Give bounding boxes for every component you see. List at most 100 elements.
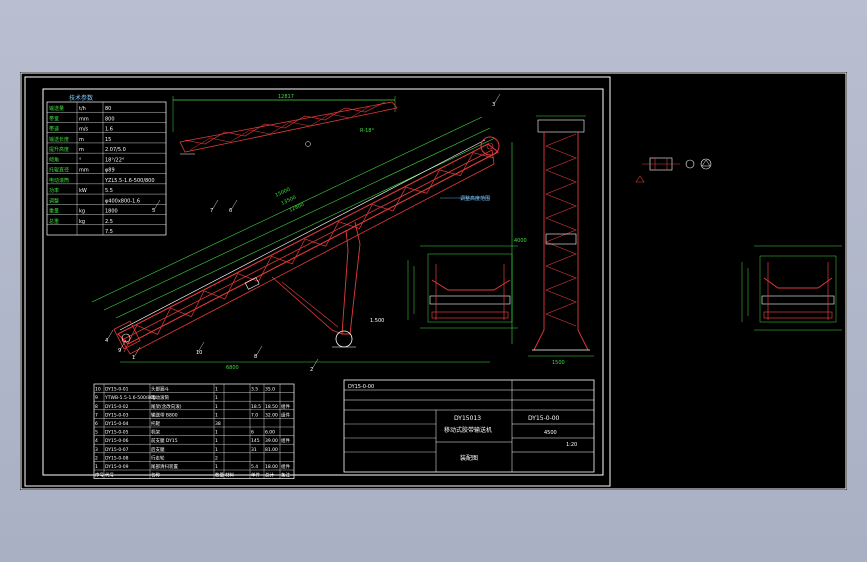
bom-cell: 1 bbox=[95, 464, 98, 470]
bom-cell: 组件 bbox=[281, 403, 290, 410]
bom-cell: 总计 bbox=[265, 472, 274, 479]
part-balloon: 9 bbox=[118, 348, 121, 354]
bom-cell: 组件 bbox=[281, 411, 290, 418]
param-cell: 托辊直径 bbox=[49, 167, 69, 174]
bom-cell: 数量 bbox=[215, 472, 224, 479]
title-assembly: 装配图 bbox=[460, 454, 478, 462]
bom-cell: 7.0 bbox=[251, 412, 258, 418]
param-cell: mm bbox=[79, 116, 89, 122]
dim-top-text: 12817 bbox=[278, 94, 294, 100]
dim-height-text: 4000 bbox=[514, 238, 527, 244]
bom-cell: 6 bbox=[95, 421, 98, 427]
bom-cell: 行走轮 bbox=[151, 454, 165, 461]
bom-table: 10 DY15-0-01 头部漏斗 1 3.5 35.0 9 YTWB-5.5-1.6-500… bbox=[93, 383, 295, 479]
bom-cell: YTWB-5.5-1.6-500/800 bbox=[104, 395, 156, 401]
param-cell: 1.6 bbox=[105, 127, 113, 133]
bom-cell: 机架 bbox=[151, 429, 160, 436]
param-cell: 带宽 bbox=[49, 115, 59, 122]
title-scale: 1:20 bbox=[566, 442, 577, 448]
bom-cell: 组件 bbox=[281, 463, 290, 470]
bom-cell: 8 bbox=[95, 404, 98, 410]
bom-cell: 1 bbox=[215, 430, 218, 436]
title-drawing-no: DY15-0-00 bbox=[348, 384, 374, 390]
end-view-tower: 1500 bbox=[528, 115, 594, 366]
dim-base-text: 6800 bbox=[226, 365, 239, 371]
bom-cell: 6.00 bbox=[265, 430, 275, 436]
bom-cell: 材料 bbox=[225, 472, 234, 479]
support-strut bbox=[271, 276, 343, 335]
param-cell: 2.5 bbox=[105, 219, 113, 225]
bom-cell: 代号 bbox=[105, 472, 114, 479]
conveyor-drawing[interactable]: 技术参数 输送量 t/h 80带宽 mm 800带速 m/s 1.6输送长度 m 15提升高度 m… bbox=[20, 72, 847, 490]
note-value: 1.500 bbox=[370, 318, 384, 324]
param-cell: 18°/22° bbox=[105, 157, 125, 163]
bom-cell: 名称 bbox=[151, 472, 160, 479]
bom-cell: 序号 bbox=[95, 472, 104, 479]
bom-cell: DY15-0-08 bbox=[105, 455, 129, 461]
bom-cell: 1 bbox=[215, 395, 218, 401]
main-conveyor-side-view: 15000 13500 12800 6800 4000 调整高度范围 1.500… bbox=[91, 93, 527, 373]
symbol-detail bbox=[635, 157, 712, 183]
bom-cell: 4 bbox=[95, 438, 98, 444]
bom-cell: 32.00 bbox=[265, 412, 278, 418]
param-cell: t/h bbox=[79, 106, 86, 112]
walking-wheel bbox=[335, 330, 353, 348]
support-strut-2 bbox=[281, 281, 339, 328]
bom-cell: 6 bbox=[251, 430, 254, 436]
bom-cell: 前支腿 DY15 bbox=[151, 437, 178, 444]
title-weight: 4500 bbox=[544, 430, 557, 436]
bom-cell: DY15-0-01 bbox=[105, 387, 129, 393]
bom-cell: 1 bbox=[215, 412, 218, 418]
param-cell: 调整 bbox=[49, 197, 59, 204]
note-adjust-range: 调整高度范围 bbox=[460, 195, 490, 202]
bom-cell: 35.0 bbox=[265, 387, 275, 393]
bom-cell: DY15-0-07 bbox=[105, 447, 129, 453]
cad-viewport[interactable]: 技术参数 输送量 t/h 80 带宽 mm 800 带速 m/s 1.6 输送长度 m 15 提升高度 m… bbox=[20, 72, 847, 490]
bom-cell: 18.5 bbox=[251, 404, 261, 410]
param-cell: 7.5 bbox=[105, 229, 113, 235]
bom-cell: 81.00 bbox=[265, 447, 278, 453]
bom-cell: 1 bbox=[215, 387, 218, 393]
part-balloon: 10 bbox=[196, 350, 202, 356]
bom-cell: 38 bbox=[215, 421, 221, 427]
bom-cell: 145 bbox=[251, 438, 260, 444]
bom-cell: 5 bbox=[95, 430, 98, 436]
param-cell: 15 bbox=[105, 137, 111, 143]
bom-cell: 1 bbox=[215, 464, 218, 470]
param-cell: YZL5.5-1.6-500/800 bbox=[104, 178, 155, 184]
param-cell: 重量 bbox=[49, 208, 59, 215]
bom-cell: DY15-0-02 bbox=[105, 404, 129, 410]
section-view-right bbox=[741, 245, 842, 331]
param-cell: mm bbox=[79, 168, 89, 174]
param-cell: m bbox=[79, 147, 84, 153]
top-overview-conveyor: 12817 R-18° bbox=[172, 94, 398, 155]
part-balloon: 3 bbox=[492, 102, 495, 108]
part-balloon: 1 bbox=[132, 355, 135, 361]
bom-cell: 18.50 bbox=[265, 404, 278, 410]
bom-cell: 电动滚筒 bbox=[151, 394, 169, 401]
bom-cell: DY15-0-09 bbox=[105, 464, 129, 470]
bom-cell: 10 bbox=[95, 387, 101, 393]
bom-cell: 托辊 bbox=[151, 420, 160, 427]
param-cell: kg bbox=[79, 209, 85, 215]
part-balloon: 5 bbox=[152, 208, 155, 214]
param-cell: φ89 bbox=[105, 168, 115, 174]
param-cell: m/s bbox=[79, 127, 89, 133]
bom-cell: 31 bbox=[251, 447, 257, 453]
part-balloon: 6 bbox=[229, 208, 232, 214]
bom-cell: 1 bbox=[215, 404, 218, 410]
param-cell: 5.5 bbox=[105, 188, 113, 194]
param-cell: 总重 bbox=[49, 218, 59, 225]
param-cell: 输送长度 bbox=[49, 136, 69, 143]
bom-cell: DY15-0-04 bbox=[105, 421, 129, 427]
bom-cell: 2 bbox=[215, 455, 218, 461]
title-drawing-no-2: DY15-0-00 bbox=[528, 415, 560, 422]
bom-cell: 5.4 bbox=[251, 464, 258, 470]
param-cell: 80 bbox=[105, 106, 111, 112]
dim-long-3: 12800 bbox=[288, 202, 305, 214]
param-cell: ° bbox=[79, 157, 82, 163]
part-balloon: 8 bbox=[254, 354, 257, 360]
param-cell: 功率 bbox=[49, 187, 59, 194]
bom-cell: 尾部清扫装置 bbox=[151, 463, 178, 470]
param-cell: 1800 bbox=[105, 209, 118, 215]
